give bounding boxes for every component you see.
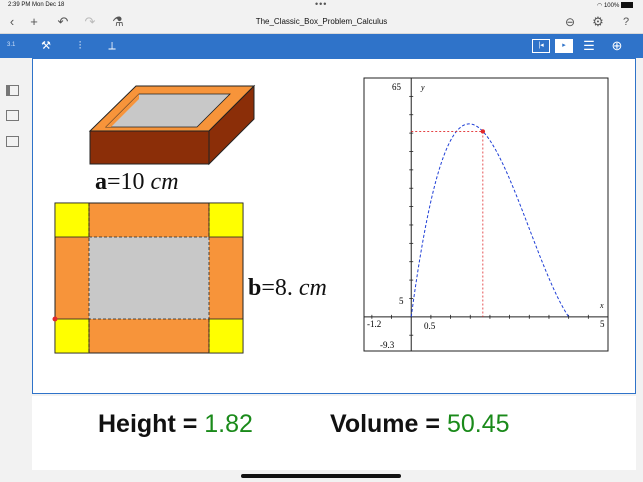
x-min-label: -1.2 (367, 319, 381, 329)
document-title: The_Classic_Box_Problem_Calculus (255, 17, 388, 26)
height-readout: Height = 1.82 (98, 410, 253, 439)
b-unit: cm (298, 275, 327, 301)
x-max-label: 5 (600, 319, 605, 329)
a-unit: cm (150, 169, 179, 195)
a-value: =10 (107, 169, 145, 195)
a-dimension-label: a=10 cm (95, 169, 179, 196)
add-page-icon[interactable]: ⊕ (609, 38, 625, 54)
sliders-icon[interactable]: ⫶ (72, 38, 88, 54)
b-name: b (248, 275, 262, 301)
open-box-figure (88, 84, 256, 166)
more-dots-icon[interactable]: ••• (315, 0, 327, 9)
tool-bar: 3.1 ⚒ ⫶ ⟂ |◂ ▸ ☰ ⊕ (0, 34, 643, 58)
height-value: 1.82 (204, 410, 253, 438)
book-icon[interactable] (6, 110, 19, 121)
play-icon[interactable]: ▸ (555, 39, 573, 53)
geometry-canvas[interactable]: 65 y x -1.2 5 0.5 5 -9.3 a=10 cm b=8. cm (32, 58, 636, 394)
battery-icon (621, 2, 633, 8)
title-bar: ‹ + ↶ ↷ ⚗ The_Classic_Box_Problem_Calcul… (0, 10, 643, 34)
home-indicator (241, 474, 401, 478)
more-options-icon[interactable]: ⊖ (562, 14, 578, 30)
drag-point[interactable] (52, 316, 58, 322)
y-axis-label: y (420, 83, 425, 92)
page-number[interactable]: 3.1 (7, 42, 15, 48)
a-name: a (95, 169, 107, 195)
y-tick-label: 5 (399, 296, 404, 306)
battery-level: 100% (603, 3, 620, 9)
graph-tool-icon[interactable]: ⟂ (104, 38, 120, 54)
status-time: 2:39 PM Mon Dec 18 (8, 2, 65, 8)
box-net-figure (52, 202, 244, 354)
volume-label: Volume = (330, 410, 447, 438)
b-dimension-label: b=8. cm (248, 275, 327, 302)
b-value: =8. (261, 275, 293, 301)
x-tick-label: 0.5 (424, 321, 436, 331)
volume-readout: Volume = 50.45 (330, 410, 510, 439)
status-bar: 2:39 PM Mon Dec 18 ••• ◠ 100% (0, 0, 643, 10)
curve-point[interactable] (480, 129, 486, 134)
volume-value: 50.45 (446, 410, 510, 438)
x-axis-label: x (599, 301, 604, 310)
wifi-icon: ◠ (597, 3, 603, 9)
menu-icon[interactable]: ☰ (581, 38, 597, 54)
status-right: ◠ 100% (597, 2, 633, 9)
height-label: Height = (98, 410, 205, 438)
help-icon[interactable]: ? (618, 14, 634, 30)
image-icon[interactable] (6, 136, 19, 147)
y-max-label: 65 (392, 82, 402, 92)
result-panel: Height = 1.82 Volume = 50.45 (32, 396, 636, 470)
graph-panel: 65 y x -1.2 5 0.5 5 -9.3 (363, 77, 609, 352)
page-sorter-icon[interactable] (6, 85, 19, 96)
y-min-label: -9.3 (380, 340, 395, 350)
wrench-icon[interactable]: ⚒ (38, 38, 54, 54)
left-rail (0, 58, 24, 482)
step-back-icon[interactable]: |◂ (532, 39, 550, 53)
canvas-drawing: 65 y x -1.2 5 0.5 5 -9.3 (52, 77, 609, 354)
settings-gear-icon[interactable]: ⚙ (590, 14, 606, 30)
